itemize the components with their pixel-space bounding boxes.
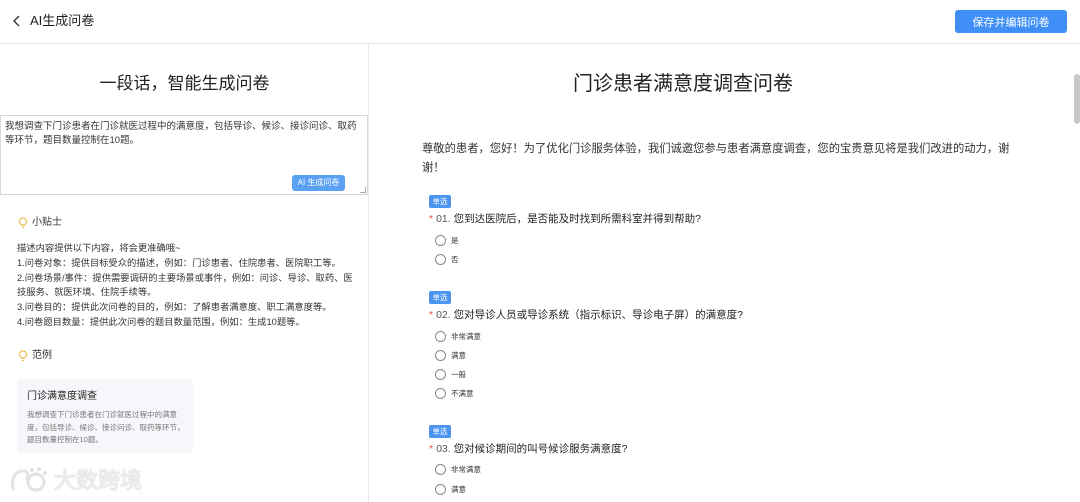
resize-handle-icon[interactable] bbox=[360, 187, 366, 193]
option-label: 是 bbox=[451, 236, 459, 245]
radio-icon[interactable] bbox=[435, 369, 446, 380]
radio-icon[interactable] bbox=[435, 331, 446, 342]
option-label: 否 bbox=[451, 255, 459, 264]
question-title: * 01. 您到达医院后，是否能及时找到所需科室并得到帮助? bbox=[429, 212, 701, 226]
question-text: 您对候诊期间的叫号候诊服务满意度? bbox=[453, 443, 628, 455]
tips-line: 描述内容提供以下内容，将会更准确哦~ bbox=[17, 243, 181, 253]
question-number: 03. bbox=[436, 443, 451, 455]
radio-icon[interactable] bbox=[435, 350, 446, 361]
option-label: 非常满意 bbox=[451, 465, 481, 474]
survey-title: 门诊患者满意度调查问卷 bbox=[573, 73, 793, 95]
question-type-tag: 单选 bbox=[429, 425, 451, 438]
watermark-text: 大数跨境 bbox=[54, 468, 143, 493]
tips-list: 描述内容提供以下内容，将会更准确哦~ 1.问卷对象：提供目标受众的描述，例如：门… bbox=[17, 241, 362, 330]
radio-icon[interactable] bbox=[435, 464, 446, 475]
example-description: 我想调查下门诊患者在门诊就医过程中的满意度，包括导诊、候诊、接诊问诊、取药等环节… bbox=[27, 410, 185, 444]
save-and-edit-button[interactable]: 保存并编辑问卷 bbox=[955, 10, 1067, 33]
tips-line: 4.问卷题目数量：提供此次问卷的题目数量范围，例如：生成10题等。 bbox=[17, 316, 305, 327]
prompt-panel-title: 一段话，智能生成问卷 bbox=[99, 74, 270, 93]
lightbulb-icon bbox=[18, 350, 28, 362]
radio-icon[interactable] bbox=[435, 254, 446, 265]
prompt-textarea[interactable]: 我想调查下门诊患者在门诊就医过程中的满意度，包括导诊、候诊、接诊问诊、取药等环节… bbox=[0, 115, 368, 195]
question-number: 01. bbox=[436, 213, 451, 225]
page-title: AI生成问卷 bbox=[30, 13, 95, 28]
lightbulb-icon bbox=[18, 217, 28, 229]
survey-preview: 门诊患者满意度调查问卷 尊敬的患者，您好！为了优化门诊服务体验，我们诚邀您参与患… bbox=[370, 44, 1080, 502]
question-title: * 02. 您对导诊人员或导诊系统（指示标识、导诊电子屏）的满意度? bbox=[429, 308, 743, 322]
example-card[interactable]: 门诊满意度调查 我想调查下门诊患者在门诊就医过程中的满意度，包括导诊、候诊、接诊… bbox=[17, 379, 193, 453]
question-type-tag: 单选 bbox=[429, 195, 451, 208]
option-label: 满意 bbox=[451, 485, 466, 494]
tips-line: 3.问卷目的：提供此次问卷的目的，例如：了解患者满意度、职工满意度等。 bbox=[17, 302, 332, 313]
prompt-text: 我想调查下门诊患者在门诊就医过程中的满意度，包括导诊、候诊、接诊问诊、取药等环节… bbox=[5, 121, 357, 146]
tips-line: 1.问卷对象：提供目标受众的描述，例如：门诊患者、住院患者、医院职工等。 bbox=[17, 257, 341, 268]
example-label: 范例 bbox=[32, 350, 52, 361]
question-title: * 03. 您对候诊期间的叫号候诊服务满意度? bbox=[429, 442, 627, 456]
top-bar: AI生成问卷 保存并编辑问卷 bbox=[0, 0, 1080, 44]
option-label: 不满意 bbox=[451, 389, 474, 398]
scrollbar-thumb[interactable] bbox=[1074, 74, 1080, 124]
required-mark: * bbox=[429, 213, 434, 225]
ai-generate-button[interactable]: AI 生成问卷 bbox=[292, 175, 345, 191]
survey-intro: 尊敬的患者，您好！为了优化门诊服务体验，我们诚邀您参与患者满意度调查，您的宝贵意… bbox=[422, 143, 1010, 174]
example-title: 门诊满意度调查 bbox=[27, 391, 97, 402]
radio-icon[interactable] bbox=[435, 388, 446, 399]
required-mark: * bbox=[429, 309, 434, 321]
question-text: 您到达医院后，是否能及时找到所需科室并得到帮助? bbox=[453, 213, 701, 225]
watermark-logo-icon bbox=[10, 467, 47, 492]
question-text: 您对导诊人员或导诊系统（指示标识、导诊电子屏）的满意度? bbox=[453, 309, 743, 321]
option-label: 满意 bbox=[451, 351, 466, 360]
question-type-tag: 单选 bbox=[429, 291, 451, 304]
chevron-left-icon[interactable] bbox=[10, 13, 24, 29]
tips-line: 2.问卷场景/事件：提供需要调研的主要场景或事件，例如：问诊、导诊、取药、医技服… bbox=[17, 272, 353, 298]
tips-label: 小贴士 bbox=[32, 217, 62, 228]
option-label: 非常满意 bbox=[451, 332, 481, 341]
option-label: 一般 bbox=[451, 370, 466, 379]
radio-icon[interactable] bbox=[435, 484, 446, 495]
required-mark: * bbox=[429, 443, 434, 455]
prompt-panel: 一段话，智能生成问卷 我想调查下门诊患者在门诊就医过程中的满意度，包括导诊、候诊… bbox=[0, 44, 369, 502]
question-number: 02. bbox=[436, 309, 451, 321]
radio-icon[interactable] bbox=[435, 235, 446, 246]
